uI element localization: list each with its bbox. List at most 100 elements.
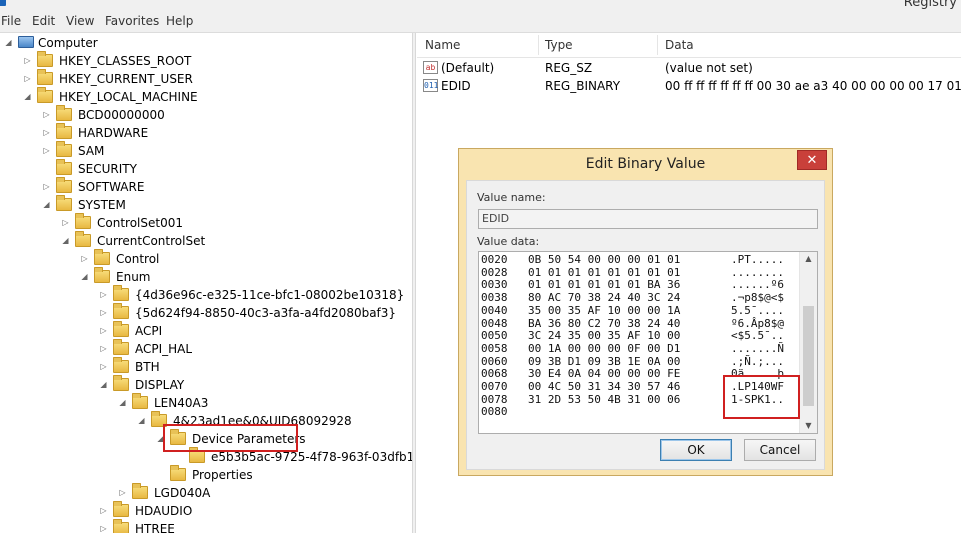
hex-bytes: 35 00 35 AF 10 00 00 1A [528,303,681,317]
menu-file[interactable]: File [1,14,21,28]
hex-addr: 0060 [481,354,508,368]
folder-icon [94,249,110,265]
hex-ascii: .PT..... [731,253,784,266]
column-name[interactable]: Name [425,38,460,52]
dialog-title: Edit Binary Value [585,156,706,172]
collapse-icon[interactable]: ◢ [4,34,13,52]
value-type: REG_SZ [545,61,593,75]
column-divider[interactable] [657,35,658,55]
expand-icon[interactable]: ▷ [99,304,108,322]
hex-addr: 0058 [481,341,508,355]
tree-item-label: HARDWARE [78,126,149,140]
expand-icon[interactable]: ▷ [99,340,108,358]
tree-item-label: BCD00000000 [78,108,165,122]
data-scrollbar[interactable]: ▲ ▼ [799,252,817,433]
list-header: Name Type Data [417,33,961,58]
folder-icon [170,465,186,481]
cancel-button[interactable]: Cancel [744,439,816,461]
expand-icon[interactable]: ▷ [118,484,127,502]
expand-icon[interactable]: ▷ [99,286,108,304]
expand-icon[interactable]: ▷ [23,70,32,88]
expand-icon[interactable]: ▷ [99,322,108,340]
tree-item-label: LEN40A3 [154,396,209,410]
tree-item-label: DISPLAY [135,378,185,392]
registry-tree[interactable]: ◢ Computer ▷ HKEY_CLASSES_ROOT ▷ HKEY_CU… [0,33,412,533]
tree-item-label: SAM [78,144,105,158]
column-divider[interactable] [538,35,539,55]
highlight-device-parameters [163,424,298,452]
window-title: Registry [903,0,957,10]
folder-icon [37,51,53,67]
expand-icon[interactable]: ▷ [42,142,51,160]
expand-icon[interactable]: ▷ [42,178,51,196]
folder-icon [132,393,148,409]
pane-splitter[interactable] [412,33,416,533]
collapse-icon[interactable]: ◢ [23,88,32,106]
list-row-default[interactable]: ab (Default) REG_SZ (value not set) [417,59,961,77]
hex-addr: 0068 [481,367,508,381]
expand-icon[interactable]: ▷ [99,520,108,533]
menu-edit[interactable]: Edit [32,14,55,28]
tree-item-label: ACPI_HAL [135,342,193,356]
expand-icon[interactable]: ▷ [99,358,108,376]
folder-icon [94,267,110,283]
collapse-icon[interactable]: ◢ [42,196,51,214]
expand-icon[interactable]: ▷ [80,250,89,268]
hex-addr: 0048 [481,316,508,330]
dialog-body: Value name: EDID Value data: 0020 0B 50 5… [466,180,825,470]
scroll-up-icon[interactable]: ▲ [800,252,817,266]
value-data-editor[interactable]: 0020 0B 50 54 00 00 00 01 01 .PT..... 0028 0… [478,251,818,434]
close-button[interactable]: ✕ [797,150,827,170]
value-data: (value not set) [665,61,753,75]
tree-item-label: Enum [116,270,151,284]
hex-ascii: ........ [731,265,784,279]
collapse-icon[interactable]: ◢ [137,412,146,430]
hex-bytes: 09 3B D1 09 3B 1E 0A 00 [528,354,681,368]
collapse-icon[interactable]: ◢ [118,394,127,412]
folder-icon [113,285,129,301]
value-name-field[interactable]: EDID [478,209,818,229]
menu-bar: File Edit View Favorites Help [0,12,961,33]
hex-bytes: 01 01 01 01 01 01 BA 36 [528,278,681,292]
registry-app-icon [0,0,6,6]
hex-ascii: 5.5¯.... [731,303,784,317]
highlight-model-name [723,375,800,419]
collapse-icon[interactable]: ◢ [61,232,70,250]
tree-item-label: LGD040A [154,486,211,500]
column-data[interactable]: Data [665,38,694,52]
tree-item-label: Computer [38,36,98,50]
expand-icon[interactable]: ▷ [42,106,51,124]
hex-bytes: 00 4C 50 31 34 30 57 46 [528,380,681,393]
folder-icon [113,339,129,355]
menu-view[interactable]: View [66,14,94,28]
menu-favorites[interactable]: Favorites [105,14,159,28]
collapse-icon[interactable]: ◢ [99,376,108,394]
tree-expander [156,466,165,484]
expand-icon[interactable]: ▷ [23,52,32,70]
hex-addr: 0050 [481,329,508,343]
value-data: 00 ff ff ff ff ff ff 00 30 ae a3 40 00 0… [665,79,961,93]
expand-icon[interactable]: ▷ [61,214,70,232]
hex-bytes: 30 E4 0A 04 00 00 00 FE [528,367,681,381]
expand-icon[interactable]: ▷ [42,124,51,142]
collapse-icon[interactable]: ◢ [80,268,89,286]
folder-icon [56,159,72,175]
folder-icon [37,87,53,103]
folder-icon [56,177,72,193]
scrollbar-thumb[interactable] [803,306,814,406]
computer-icon [18,36,34,48]
tree-item-label: Control [116,252,160,266]
window-title-bar: Registry [0,0,961,12]
list-row-edid[interactable]: 011 EDID REG_BINARY 00 ff ff ff ff ff ff… [417,77,961,95]
scroll-down-icon[interactable]: ▼ [800,419,817,433]
ok-button[interactable]: OK [660,439,732,461]
folder-icon [56,141,72,157]
menu-help[interactable]: Help [166,14,193,28]
hex-bytes: 31 2D 53 50 4B 31 00 06 [528,392,681,406]
hex-addr: 0038 [481,291,508,305]
hex-bytes: 80 AC 70 38 24 40 3C 24 [528,291,681,305]
expand-icon[interactable]: ▷ [99,502,108,520]
hex-bytes: 3C 24 35 00 35 AF 10 00 [528,329,681,343]
column-type[interactable]: Type [545,38,573,52]
tree-item-label: ControlSet001 [97,216,183,230]
